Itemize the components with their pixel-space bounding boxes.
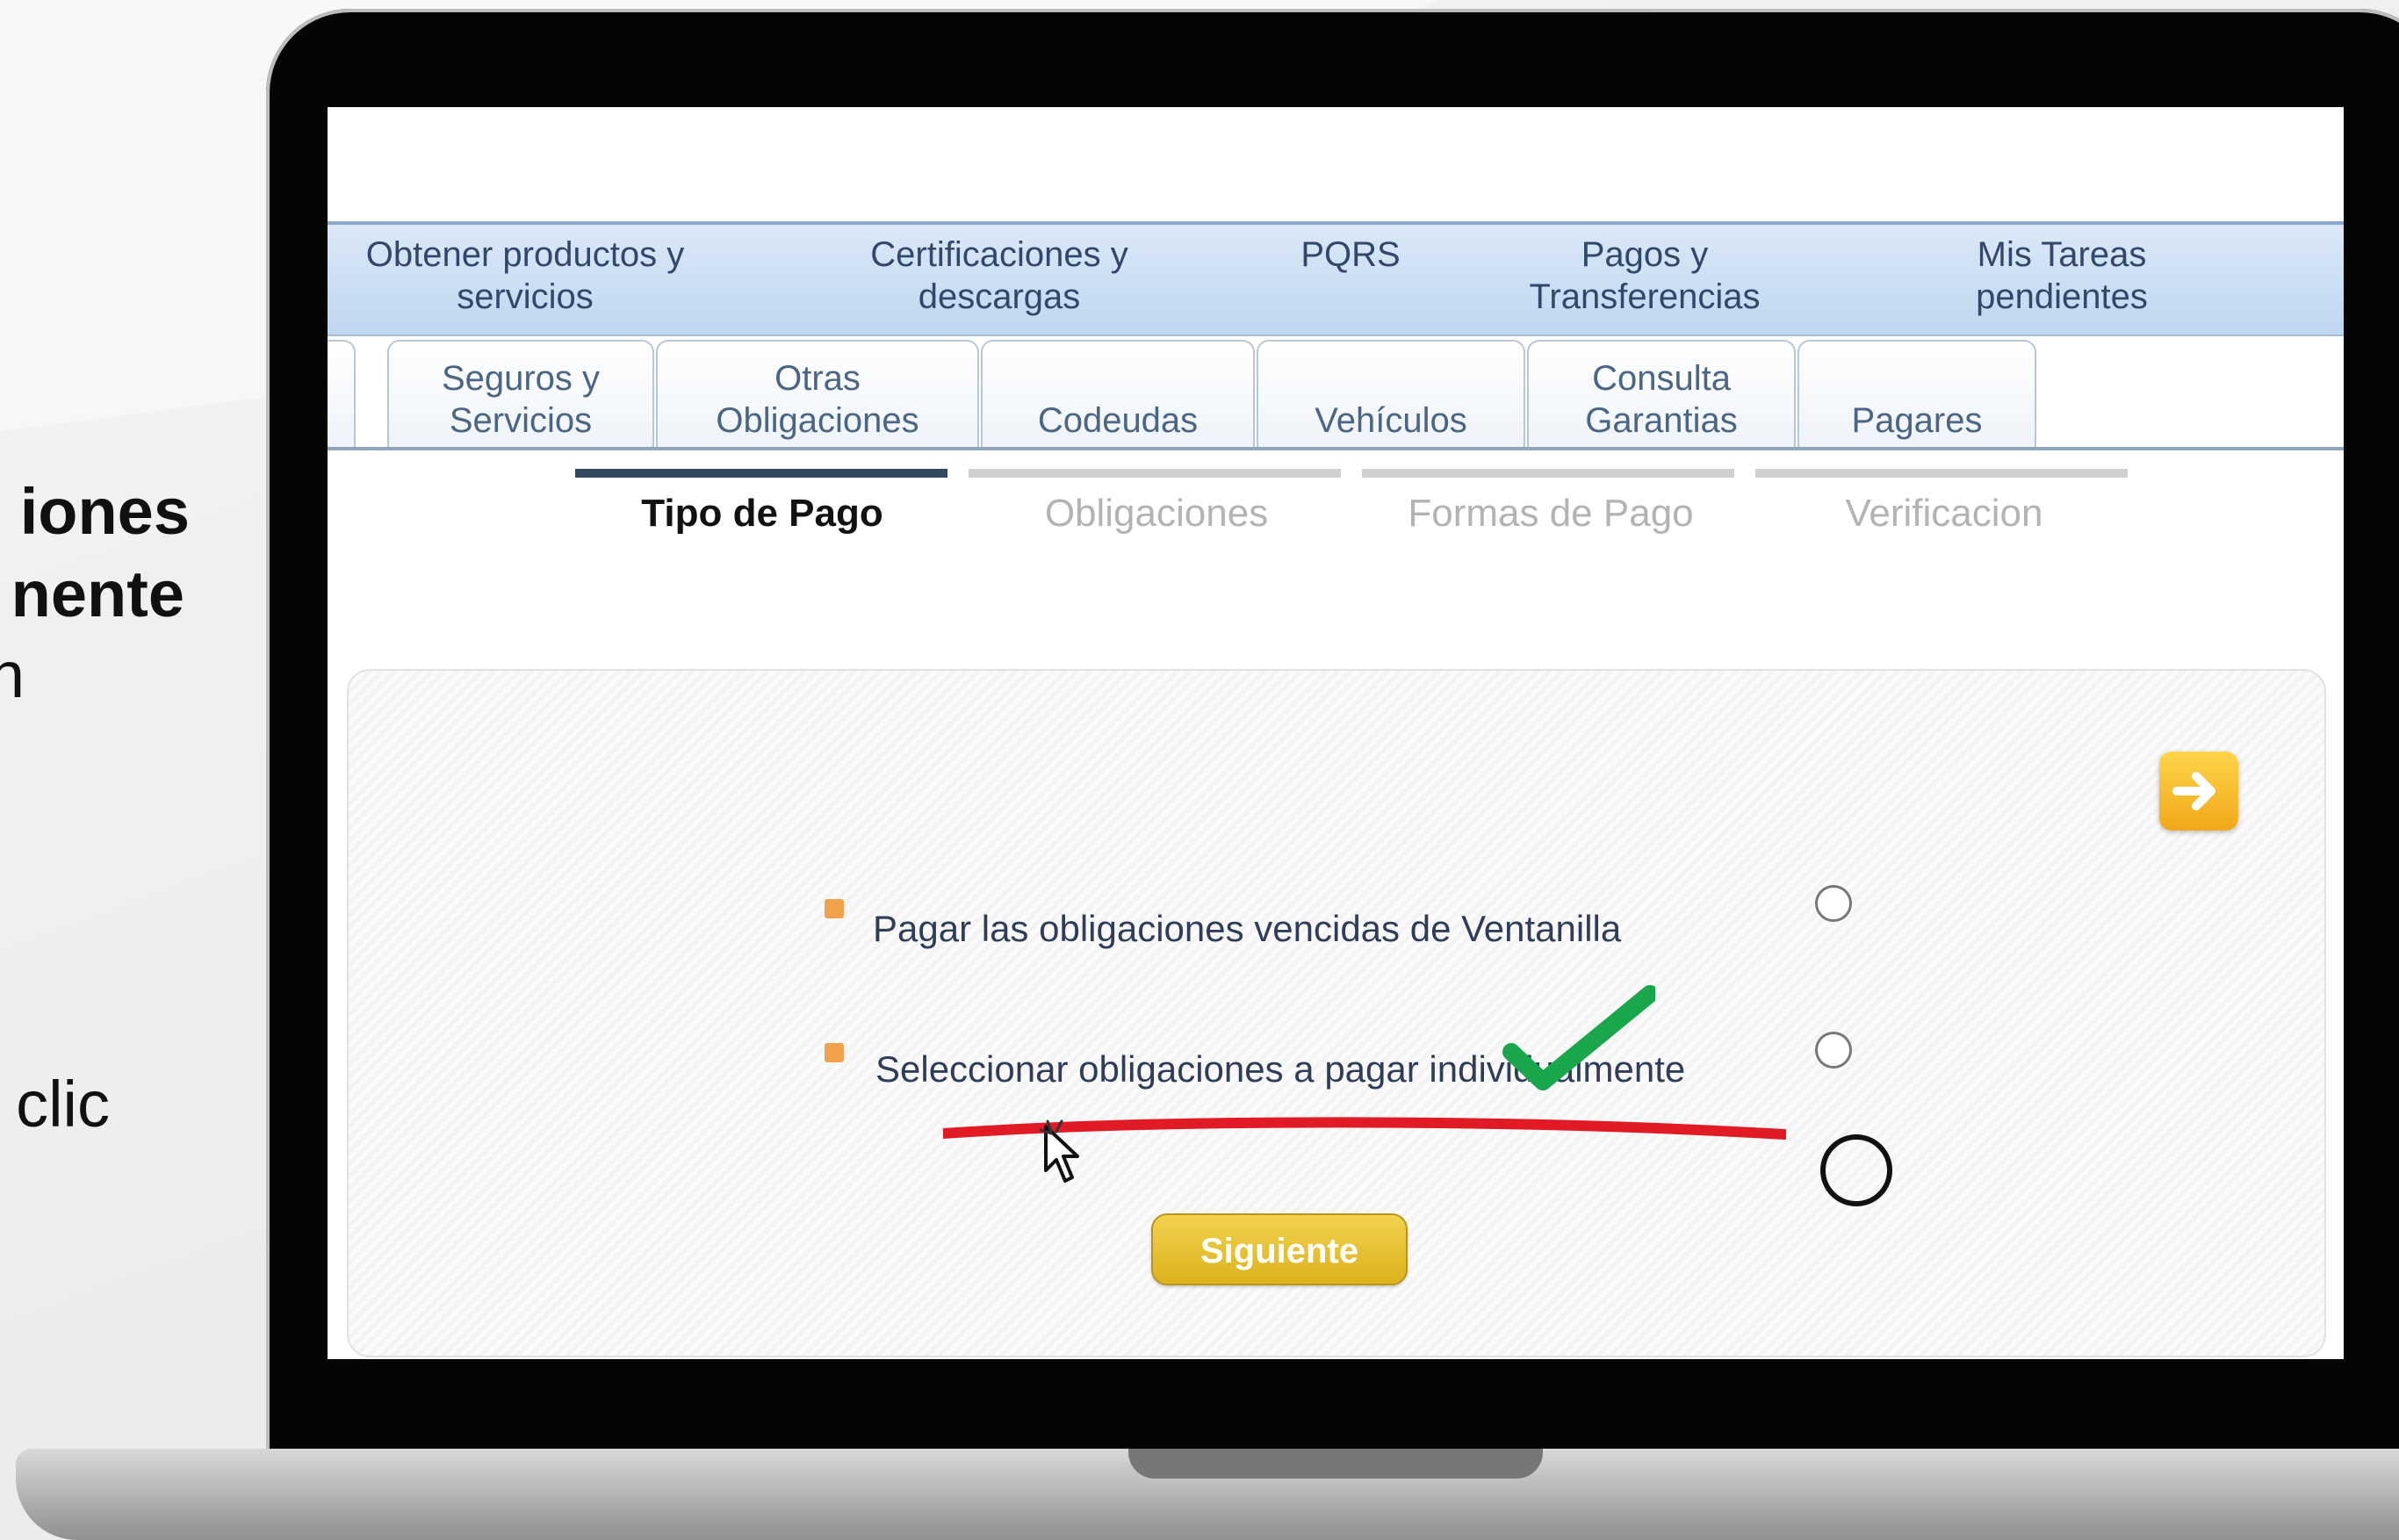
arrow-right-icon <box>2172 772 2215 810</box>
step-label-formas-de-pago: Formas de Pago <box>1408 492 1694 535</box>
step-bar-obligaciones <box>969 469 1341 478</box>
step-label-verificacion: Verificacion <box>1845 492 2043 535</box>
tab-pagares[interactable]: Pagares <box>1797 340 2036 450</box>
top-bar <box>328 107 2344 221</box>
green-check-icon <box>1502 985 1655 1090</box>
next-button[interactable]: Siguiente <box>1151 1213 1408 1285</box>
option-select-individual-radio[interactable] <box>1815 1032 1852 1069</box>
instruction-line-2: nente <box>11 558 184 630</box>
mouse-pointer-icon <box>1039 1119 1079 1183</box>
menu-item-certificaciones[interactable]: Certificaciones y descargas <box>815 234 1184 318</box>
tab-label: Consulta Garantias <box>1585 359 1738 440</box>
step-label-obligaciones: Obligaciones <box>1044 492 1269 535</box>
option-pay-overdue-label: Pagar las obligaciones vencidas de Venta… <box>873 908 1622 949</box>
arrow-right-icon[interactable] <box>2159 752 2238 831</box>
tab-partial-left <box>328 340 356 450</box>
step-label-tipo-de-pago: Tipo de Pago <box>641 492 883 535</box>
tabs-row: Seguros y Servicios Otras Obligaciones C… <box>328 331 2344 454</box>
menu-item-pqrs[interactable]: PQRS <box>1280 234 1421 276</box>
tab-vehiculos[interactable]: Vehículos <box>1257 340 1525 450</box>
tab-label: Pagares <box>1851 401 1983 440</box>
selected-radio-highlight <box>1820 1134 1892 1206</box>
instruction-line-4: clic <box>16 1068 110 1141</box>
tabs-baseline <box>328 447 2344 450</box>
tab-seguros[interactable]: Seguros y Servicios <box>387 340 654 450</box>
tab-label: Codeudas <box>1037 401 1199 440</box>
laptop-notch <box>1128 1449 1543 1479</box>
step-bar-verificacion <box>1755 469 2128 478</box>
laptop-screen: Obtener productos y servicios Certificac… <box>328 107 2344 1359</box>
bullet-icon <box>825 1043 844 1062</box>
tab-label: Otras Obligaciones <box>716 359 919 440</box>
tab-otras-obligaciones[interactable]: Otras Obligaciones <box>656 340 979 450</box>
menu-item-pagos-transferencias[interactable]: Pagos y Transferencias <box>1495 234 1794 318</box>
menu-item-mis-tareas[interactable]: Mis Tareas pendientes <box>1917 234 2207 318</box>
instruction-line-1: iones <box>19 475 190 548</box>
tab-codeudas[interactable]: Codeudas <box>981 340 1255 450</box>
tab-consulta-garantias[interactable]: Consulta Garantias <box>1527 340 1796 450</box>
step-bar-tipo-de-pago <box>575 469 947 478</box>
instruction-line-3: n <box>0 638 25 711</box>
tab-label: Vehículos <box>1315 401 1467 440</box>
option-pay-overdue-radio[interactable] <box>1815 885 1852 922</box>
main-menu: Obtener productos y servicios Certificac… <box>328 221 2344 336</box>
step-bar-formas-de-pago <box>1362 469 1734 478</box>
menu-item-obtener-productos[interactable]: Obtener productos y servicios <box>328 234 723 318</box>
bullet-icon <box>825 899 844 918</box>
tab-label: Seguros y Servicios <box>441 359 601 440</box>
instruction-text: iones nente n clic <box>0 474 263 1159</box>
